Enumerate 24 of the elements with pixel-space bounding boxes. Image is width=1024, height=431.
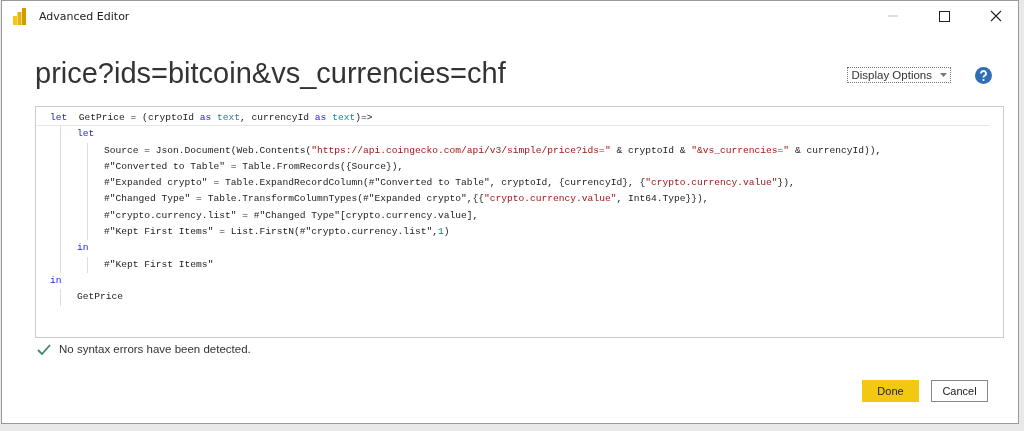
- code-line: #"Converted to Table" = Table.FromRecords({Source}),: [104, 159, 405, 174]
- help-icon[interactable]: [975, 66, 992, 84]
- code-line: #"Changed Type" = Table.TransformColumnTypes(#"Expanded crypto",{{"crypto.currency.value", Int64.Type}}),: [104, 192, 710, 207]
- status-message: No syntax errors have been detected.: [59, 343, 251, 355]
- code-editor[interactable]: [35, 106, 1004, 338]
- display-options-dropdown[interactable]: Display Options: [847, 67, 951, 83]
- code-line: in: [77, 241, 90, 256]
- close-icon[interactable]: [990, 10, 1002, 22]
- code-line: #"Kept First Items": [104, 257, 215, 272]
- code-line: #"crypto.currency.list" = #"Changed Type"[crypto.currency.value],: [104, 208, 480, 223]
- bar-chart-icon: [13, 7, 27, 25]
- caret-icon: [940, 73, 947, 77]
- code-line: let GetPrice = (cryptoId as text, currencyId as text)=>: [50, 111, 374, 125]
- code-line: GetPrice: [77, 290, 125, 305]
- maximize-icon[interactable]: [939, 10, 950, 22]
- code-line: in: [50, 273, 63, 288]
- done-button[interactable]: Done: [862, 380, 919, 402]
- cancel-button[interactable]: Cancel: [931, 380, 988, 402]
- code-line: Source = Json.Document(Web.Contents("https://api.coingecko.com/api/v3/simple/price?ids=" & cryptoId & "&vs_currencies=" & currencyId)),: [104, 143, 883, 158]
- window-title: Advanced Editor: [39, 9, 130, 23]
- query-title: price?ids=bitcoin&vs_currencies=chf: [35, 56, 506, 90]
- code-line: #"Kept First Items" = List.FirstN(#"crypto.currency.list",1): [104, 225, 451, 240]
- code-line: #"Expanded crypto" = Table.ExpandRecordColumn(#"Converted to Table", cryptoId, {currencyId}, {"crypto.currency.value"}),: [104, 176, 796, 191]
- code-line: let: [77, 127, 96, 142]
